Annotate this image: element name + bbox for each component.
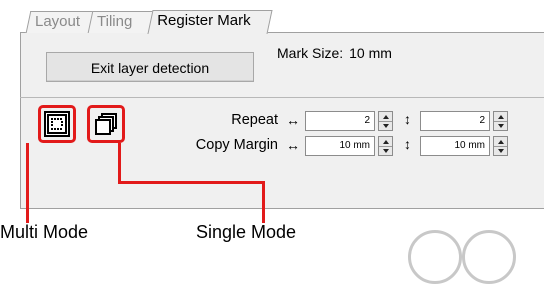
background-circle xyxy=(462,230,516,284)
repeat-horizontal-input[interactable]: 2 xyxy=(305,111,375,131)
exit-layer-detection-button[interactable]: Exit layer detection xyxy=(46,52,254,82)
copy-margin-horizontal-stepper[interactable] xyxy=(378,136,393,156)
multi-mode-button[interactable] xyxy=(38,105,76,143)
stepper-down-icon[interactable] xyxy=(379,121,392,130)
section-divider xyxy=(20,97,544,98)
vertical-arrow-icon: ↕ xyxy=(404,111,411,127)
single-mode-callout-drop xyxy=(262,181,265,223)
repeat-label: Repeat xyxy=(231,112,278,128)
copy-margin-vertical-input[interactable]: 10 mm xyxy=(420,136,490,156)
stepper-down-icon[interactable] xyxy=(494,121,507,130)
repeat-horizontal-stepper[interactable] xyxy=(378,111,393,131)
vertical-arrow-icon: ↕ xyxy=(404,136,411,152)
multi-mode-callout-line xyxy=(26,143,29,223)
single-mode-caption: Single Mode xyxy=(196,222,297,242)
repeat-vertical-input[interactable]: 2 xyxy=(420,111,490,131)
mark-size-label: Mark Size: xyxy=(277,45,344,61)
single-mode-button[interactable] xyxy=(87,105,125,143)
single-mark-pages-icon xyxy=(95,113,117,135)
copy-margin-horizontal-input[interactable]: 10 mm xyxy=(305,136,375,156)
multi-mark-grid-icon xyxy=(44,111,70,137)
copy-margin-vertical-stepper[interactable] xyxy=(493,136,508,156)
single-mode-callout-horizontal xyxy=(118,181,264,184)
repeat-vertical-stepper[interactable] xyxy=(493,111,508,131)
single-mode-callout-vertical xyxy=(118,143,121,183)
multi-mode-caption: Multi Mode xyxy=(0,222,89,242)
stepper-down-icon[interactable] xyxy=(494,146,507,155)
tab-register-mark[interactable]: Register Mark xyxy=(147,10,273,34)
mark-size-value: 10 mm xyxy=(349,45,392,61)
background-circle xyxy=(408,230,462,284)
copy-margin-label: Copy Margin xyxy=(195,137,278,153)
stepper-down-icon[interactable] xyxy=(379,146,392,155)
tab-bar: Layout Tiling Register Mark xyxy=(0,0,544,34)
mark-size-readout: Mark Size: 10 mm xyxy=(277,45,392,61)
horizontal-arrow-icon: ↔ xyxy=(286,137,300,153)
horizontal-arrow-icon: ↔ xyxy=(286,112,300,128)
